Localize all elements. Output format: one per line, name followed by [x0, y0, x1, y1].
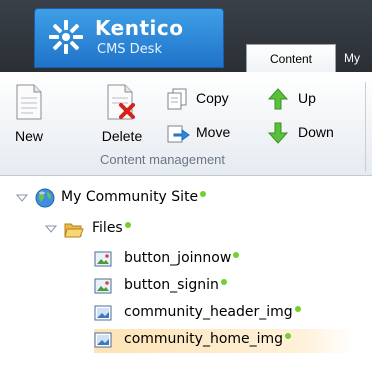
item-label: community_home_img	[124, 331, 292, 347]
site-label: My Community Site	[61, 189, 207, 205]
brand-subtitle: CMS Desk	[97, 42, 162, 57]
content-tree: My Community Site Files button_joinnow b…	[0, 176, 372, 366]
tab-my[interactable]: My	[336, 44, 372, 72]
new-button-label: New	[14, 128, 43, 144]
item-name: community_home_img	[124, 331, 284, 347]
move-button-label: Move	[196, 124, 231, 140]
up-button-label: Up	[298, 90, 316, 106]
kentico-logo[interactable]: Kentico CMS Desk	[34, 8, 224, 68]
image-file-icon	[94, 251, 112, 267]
picture-file-icon	[94, 305, 112, 321]
delete-document-icon	[107, 84, 135, 120]
status-dot	[200, 191, 207, 197]
ribbon-separator	[365, 82, 366, 172]
folder-open-icon	[64, 223, 84, 238]
tree-item[interactable]: button_signin	[94, 275, 294, 299]
kentico-logo-icon	[49, 20, 83, 54]
item-label: button_signin	[124, 277, 227, 293]
brand-title: Kentico	[95, 16, 184, 40]
status-dot	[233, 252, 240, 258]
status-dot	[294, 306, 301, 312]
copy-icon	[167, 88, 187, 110]
site-name: My Community Site	[61, 189, 199, 205]
image-file-icon	[94, 278, 112, 294]
item-label: community_header_img	[124, 304, 301, 320]
delete-button[interactable]: Delete	[94, 80, 150, 148]
status-dot	[124, 222, 131, 228]
move-button[interactable]: Move	[166, 122, 246, 144]
tree-item-selected[interactable]: community_home_img	[94, 329, 354, 353]
new-document-icon	[16, 84, 42, 120]
status-dot	[285, 333, 292, 339]
expand-arrow-icon[interactable]	[45, 223, 57, 235]
tree-item[interactable]: community_header_img	[94, 302, 354, 326]
copy-button-label: Copy	[196, 90, 229, 106]
app-header: Kentico CMS Desk Content My	[0, 0, 372, 72]
status-dot	[220, 279, 227, 285]
item-name: community_header_img	[124, 304, 293, 320]
tree-node-files[interactable]: Files	[42, 218, 162, 242]
ribbon-group-label: Content management	[100, 152, 226, 167]
new-button[interactable]: New	[6, 80, 52, 148]
move-icon	[167, 125, 190, 143]
arrow-up-icon	[268, 88, 288, 110]
item-name: button_joinnow	[124, 250, 232, 266]
globe-icon	[35, 188, 55, 208]
tree-item[interactable]: button_joinnow	[94, 248, 294, 272]
delete-button-label: Delete	[101, 128, 143, 144]
down-button[interactable]: Down	[268, 122, 348, 144]
folder-name: Files	[92, 220, 123, 236]
ribbon-toolbar: New Delete Copy Move Up Down Content man…	[0, 72, 372, 176]
item-name: button_signin	[124, 277, 219, 293]
tab-content[interactable]: Content	[246, 44, 336, 72]
up-button[interactable]: Up	[268, 88, 338, 110]
copy-button[interactable]: Copy	[166, 88, 246, 110]
down-button-label: Down	[298, 124, 334, 140]
tree-node-site[interactable]: My Community Site	[14, 187, 274, 211]
item-label: button_joinnow	[124, 250, 240, 266]
folder-label: Files	[92, 220, 131, 236]
expand-arrow-icon[interactable]	[16, 192, 28, 204]
picture-file-icon	[94, 332, 112, 348]
arrow-down-icon	[268, 122, 288, 144]
